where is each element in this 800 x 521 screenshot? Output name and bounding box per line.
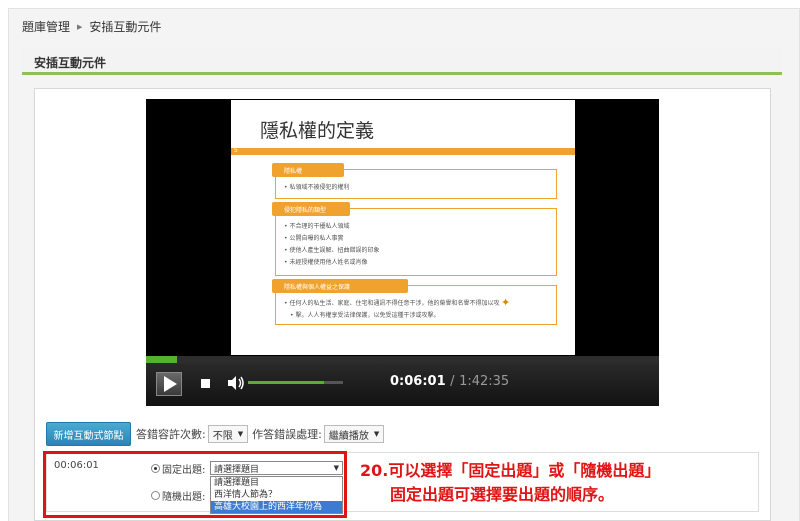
pointer-icon: ✦ <box>501 296 511 309</box>
breadcrumb-parent[interactable]: 題庫管理 <box>22 18 70 35</box>
stop-button[interactable] <box>198 376 212 390</box>
slide-box-item: 公開自曝的私人事實 <box>284 233 556 245</box>
chevron-down-icon: ▼ <box>237 430 244 438</box>
attempts-select[interactable]: 不限 ▼ <box>207 425 249 443</box>
play-button[interactable] <box>156 372 182 396</box>
duration: 1:42:35 <box>459 374 510 389</box>
attempts-value: 不限 <box>212 430 233 442</box>
wrong-answer-label: 作答錯誤處理: <box>252 428 322 441</box>
wrong-answer-select[interactable]: 繼續播放 ▼ <box>323 425 385 443</box>
slide-box-item: 未經授權使用他人姓名或肖像 <box>284 257 556 269</box>
breadcrumb-separator-icon: ▶ <box>77 22 83 31</box>
wrong-answer-value: 繼續播放 <box>328 430 369 442</box>
volume-level-fill <box>248 381 324 384</box>
attempts-label: 答錯容許次數: <box>136 428 206 441</box>
slide-box-item: 不合理的干擾私人領域 <box>284 221 556 233</box>
breadcrumb: 題庫管理 ▶ 安插互動元件 <box>22 18 161 35</box>
stop-icon <box>200 378 210 388</box>
video-progress-fill <box>146 356 177 363</box>
instruction-annotation: 20.可以選擇「固定出題」或「隨機出題」 固定出題可選擇要出題的順序。 <box>360 459 660 507</box>
slide-title: 隱私權的定義 <box>260 120 375 142</box>
volume-icon[interactable] <box>226 374 246 392</box>
volume-slider[interactable] <box>248 381 343 384</box>
video-player[interactable]: 隱私權的定義 5 隱私權 私領域不被侵犯的權利 侵犯隱私的類型 不合理的干擾私人… <box>146 99 659 406</box>
slide-box-item: 私領域不被侵犯的權利 <box>284 182 556 194</box>
player-controls: 0:06:01 / 1:42:35 <box>146 363 659 406</box>
slide-frame: 隱私權的定義 5 隱私權 私領域不被侵犯的權利 侵犯隱私的類型 不合理的干擾私人… <box>231 100 575 355</box>
slide-box-heading: 侵犯隱私的類型 <box>272 202 350 216</box>
highlight-box <box>43 451 347 518</box>
slide-box-heading: 隱私權與個人權益之保護 <box>272 279 408 293</box>
video-progress-bar[interactable] <box>146 356 659 363</box>
section-title: 安插互動元件 <box>22 47 782 75</box>
annotation-text-1: 可以選擇「固定出題」或「隨機出題」 <box>388 461 661 480</box>
slide-box-list: 不合理的干擾私人領域 公開自曝的私人事實 使他人產生誤解、扭曲錯誤的印象 未經授… <box>276 209 556 269</box>
chevron-down-icon: ▼ <box>373 430 380 438</box>
node-toolbar: 新增互動式節點 答錯容許次數: 不限 ▼ 作答錯誤處理: 繼續播放 ▼ <box>46 422 388 446</box>
annotation-text-2: 固定出題可選擇要出題的順序。 <box>390 485 615 504</box>
add-interactive-node-button[interactable]: 新增互動式節點 <box>46 422 131 446</box>
slide-box-item: 使他人產生誤解、扭曲錯誤的印象 <box>284 245 556 257</box>
annotation-line-1: 20.可以選擇「固定出題」或「隨機出題」 <box>360 459 660 483</box>
play-icon <box>164 376 177 392</box>
slide-box-1: 隱私權 私領域不被侵犯的權利 <box>272 163 557 199</box>
slide-box-item: 擊。人人有權享受法律保護，以免受這種干涉或攻擊。 <box>284 310 556 322</box>
time-display: 0:06:01 / 1:42:35 <box>390 374 509 389</box>
slide-box-2: 侵犯隱私的類型 不合理的干擾私人領域 公開自曝的私人事實 使他人產生誤解、扭曲錯… <box>272 202 557 276</box>
time-separator: / <box>450 374 455 389</box>
slide-header-bar: 5 <box>231 147 575 155</box>
slide-box-item: 任何人的私生活、家庭、住宅和通訊不得任意干涉，他的榮譽和名譽不得加以攻 <box>284 298 556 310</box>
annotation-number: 20. <box>360 461 389 480</box>
current-time: 0:06:01 <box>390 374 446 389</box>
slide-box-heading: 隱私權 <box>272 163 344 177</box>
breadcrumb-current: 安插互動元件 <box>89 20 162 34</box>
slide-number: 5 <box>234 147 238 154</box>
slide-box-3: 隱私權與個人權益之保護 任何人的私生活、家庭、住宅和通訊不得任意干涉，他的榮譽和… <box>272 279 557 325</box>
